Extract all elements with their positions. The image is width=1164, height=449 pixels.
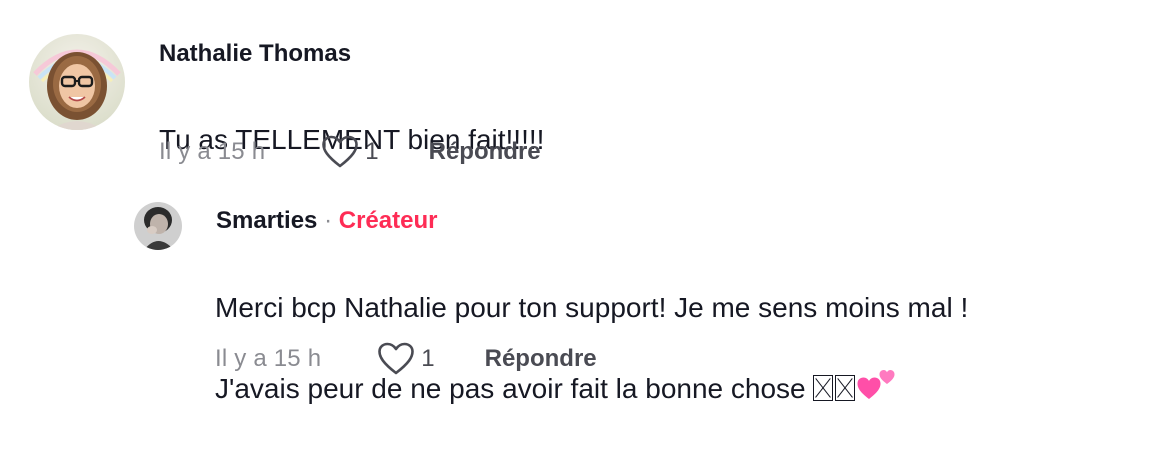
like-count: 1 [365, 138, 379, 165]
reply-meta: Il y a 15 h 1 Répondre [215, 341, 597, 377]
author-name[interactable]: Smarties [216, 207, 317, 234]
avatar-image [134, 202, 182, 250]
reply-text-line-1: Merci bcp Nathalie pour ton support! Je … [215, 292, 969, 323]
timestamp: Il y a 15 h [159, 138, 266, 165]
author-name[interactable]: Nathalie Thomas [159, 40, 351, 67]
heart-outline-icon [322, 135, 359, 168]
missing-glyph-icon [835, 375, 856, 401]
avatar[interactable] [29, 34, 125, 130]
reply-button[interactable]: Répondre [429, 138, 541, 166]
creator-badge: Créateur [338, 207, 438, 234]
timestamp: Il y a 15 h [215, 345, 322, 372]
two-hearts-icon [857, 370, 895, 399]
comment-author[interactable]: Nathalie Thomas [159, 40, 351, 68]
comment-meta: Il y a 15 h 1 Répondre [159, 134, 541, 170]
reply-author-line: Smarties · Créateur [216, 207, 437, 235]
like-button[interactable]: 1 [377, 342, 435, 376]
heart-outline-icon [378, 342, 415, 375]
reply-button[interactable]: Répondre [485, 345, 597, 373]
like-button[interactable]: 1 [321, 135, 379, 169]
separator-dot: · [324, 207, 333, 234]
avatar[interactable] [134, 202, 182, 250]
missing-glyph-icon [813, 375, 834, 401]
like-count: 1 [421, 345, 435, 372]
reply-text-line-2-content: J'avais peur de ne pas avoir fait la bon… [215, 373, 806, 404]
avatar-image [29, 34, 125, 130]
